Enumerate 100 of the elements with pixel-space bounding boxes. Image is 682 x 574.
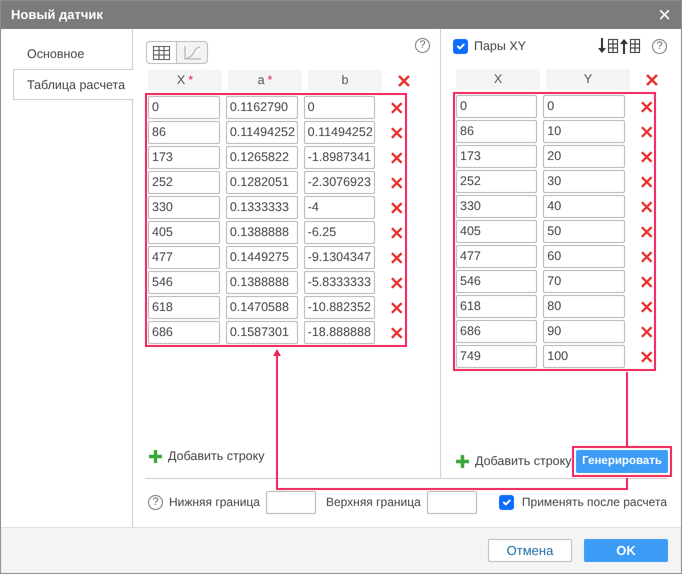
input-field[interactable]: 0.1470588 bbox=[226, 296, 298, 319]
input-field[interactable]: 0 bbox=[304, 96, 376, 119]
plus-icon bbox=[149, 450, 162, 464]
delete-icon[interactable] bbox=[640, 250, 653, 264]
input-field[interactable]: 86 bbox=[456, 120, 538, 143]
input-field[interactable]: 252 bbox=[148, 171, 220, 194]
delete-icon[interactable] bbox=[640, 174, 653, 188]
input-field[interactable]: 686 bbox=[456, 320, 538, 343]
input-field[interactable]: 60 bbox=[543, 245, 624, 268]
checkbox-label: Применять после расчета bbox=[522, 494, 667, 511]
delete-icon[interactable] bbox=[390, 250, 404, 264]
input-field[interactable]: 0.11494252 bbox=[226, 121, 298, 144]
input-field[interactable]: 546 bbox=[148, 271, 220, 294]
input-field[interactable]: 0.1265822 bbox=[226, 146, 298, 169]
input-field[interactable]: -10.882352 bbox=[304, 296, 376, 319]
delete-icon[interactable] bbox=[640, 224, 653, 238]
input-field[interactable]: 405 bbox=[148, 221, 220, 244]
delete-icon[interactable] bbox=[397, 74, 411, 88]
xy-pairs-checkbox[interactable] bbox=[453, 38, 468, 54]
delete-icon[interactable] bbox=[390, 150, 404, 164]
input-field[interactable]: 0.1449275 bbox=[226, 246, 298, 269]
apply-checkbox[interactable] bbox=[498, 494, 514, 510]
input-field[interactable]: 40 bbox=[543, 195, 624, 218]
window-title: Новый датчик bbox=[11, 6, 103, 24]
table-icon bbox=[153, 46, 170, 60]
input-field[interactable]: 477 bbox=[148, 246, 220, 269]
input-field[interactable]: 252 bbox=[456, 170, 538, 193]
delete-icon[interactable] bbox=[390, 126, 404, 140]
delete-icon[interactable] bbox=[640, 274, 653, 288]
input-field[interactable]: 0.11494252 bbox=[304, 121, 376, 144]
input-field[interactable]: 330 bbox=[148, 196, 220, 219]
input-field[interactable]: 173 bbox=[148, 146, 220, 169]
input-field[interactable] bbox=[266, 490, 316, 514]
input-field[interactable]: 0 bbox=[456, 95, 538, 118]
table-view-button[interactable] bbox=[146, 41, 177, 64]
checkbox-label: Пары XY bbox=[474, 38, 526, 55]
add-row-button[interactable]: Добавить строку bbox=[456, 452, 572, 471]
delete-icon[interactable] bbox=[645, 72, 659, 86]
input-field[interactable]: 686 bbox=[148, 321, 220, 344]
delete-icon[interactable] bbox=[640, 324, 653, 338]
delete-icon[interactable] bbox=[640, 150, 653, 164]
input-field[interactable]: -6.25 bbox=[304, 221, 376, 244]
input-field[interactable]: 20 bbox=[543, 145, 624, 168]
delete-icon[interactable] bbox=[390, 100, 404, 114]
input-field[interactable]: 90 bbox=[543, 320, 624, 343]
delete-icon[interactable] bbox=[640, 200, 653, 214]
input-field[interactable]: -18.888888 bbox=[304, 321, 376, 344]
delete-icon[interactable] bbox=[640, 100, 653, 114]
input-field[interactable]: 0.1587301 bbox=[226, 321, 298, 344]
delete-icon[interactable] bbox=[390, 276, 404, 290]
help-icon[interactable]: ? bbox=[415, 38, 430, 53]
input-field[interactable]: 546 bbox=[456, 270, 538, 293]
input-field[interactable]: 618 bbox=[456, 295, 538, 318]
column-header: X bbox=[456, 69, 540, 90]
input-field[interactable]: 0 bbox=[543, 95, 624, 118]
column-header: b bbox=[308, 70, 382, 91]
sidebar-tab[interactable]: Основное bbox=[13, 39, 133, 67]
input-field[interactable]: 173 bbox=[456, 145, 538, 168]
input-field[interactable]: 618 bbox=[148, 296, 220, 319]
input-field[interactable]: 0.1388888 bbox=[226, 271, 298, 294]
add-row-button[interactable]: Добавить строку bbox=[149, 447, 440, 466]
delete-icon[interactable] bbox=[390, 226, 404, 240]
input-field[interactable]: 477 bbox=[456, 245, 538, 268]
delete-icon[interactable] bbox=[640, 300, 653, 314]
input-field[interactable]: -1.8987341 bbox=[304, 146, 376, 169]
delete-icon[interactable] bbox=[640, 124, 653, 138]
input-field[interactable]: 30 bbox=[543, 170, 624, 193]
help-icon[interactable]: ? bbox=[148, 494, 163, 510]
line-chart-icon bbox=[184, 46, 200, 60]
sort-up-icon[interactable] bbox=[620, 38, 640, 54]
input-field[interactable]: 50 bbox=[543, 220, 624, 243]
input-field[interactable]: -4 bbox=[304, 196, 376, 219]
input-field[interactable]: 70 bbox=[543, 270, 624, 293]
input-field[interactable]: 405 bbox=[456, 220, 538, 243]
input-field[interactable]: 0.1282051 bbox=[226, 171, 298, 194]
input-field[interactable]: 0.1162790 bbox=[226, 96, 298, 119]
delete-icon[interactable] bbox=[640, 350, 653, 364]
column-header: X * bbox=[148, 70, 222, 91]
input-field[interactable]: 0.1388888 bbox=[226, 221, 298, 244]
sort-down-icon[interactable] bbox=[598, 38, 618, 54]
input-field[interactable] bbox=[426, 490, 477, 514]
input-field[interactable]: 86 bbox=[148, 121, 220, 144]
input-field[interactable]: 330 bbox=[456, 195, 538, 218]
input-field[interactable]: 0.1333333 bbox=[226, 196, 298, 219]
sidebar-tab[interactable]: Таблица расчета bbox=[13, 69, 134, 100]
delete-icon[interactable] bbox=[390, 326, 404, 340]
input-field[interactable]: 0 bbox=[148, 96, 220, 119]
input-field[interactable]: 749 bbox=[456, 345, 538, 368]
input-field[interactable]: -2.3076923 bbox=[304, 171, 376, 194]
input-field[interactable]: 100 bbox=[543, 345, 624, 368]
delete-icon[interactable] bbox=[390, 200, 404, 214]
delete-icon[interactable] bbox=[390, 300, 404, 314]
input-field[interactable]: -5.8333333 bbox=[304, 271, 376, 294]
help-icon[interactable]: ? bbox=[652, 38, 667, 54]
cancel-button[interactable]: Отмена bbox=[488, 539, 572, 562]
close-button[interactable]: × bbox=[658, 4, 671, 26]
input-field[interactable]: 80 bbox=[543, 295, 624, 318]
delete-icon[interactable] bbox=[390, 176, 404, 190]
input-field[interactable]: 10 bbox=[543, 120, 624, 143]
input-field[interactable]: -9.1304347 bbox=[304, 246, 376, 269]
